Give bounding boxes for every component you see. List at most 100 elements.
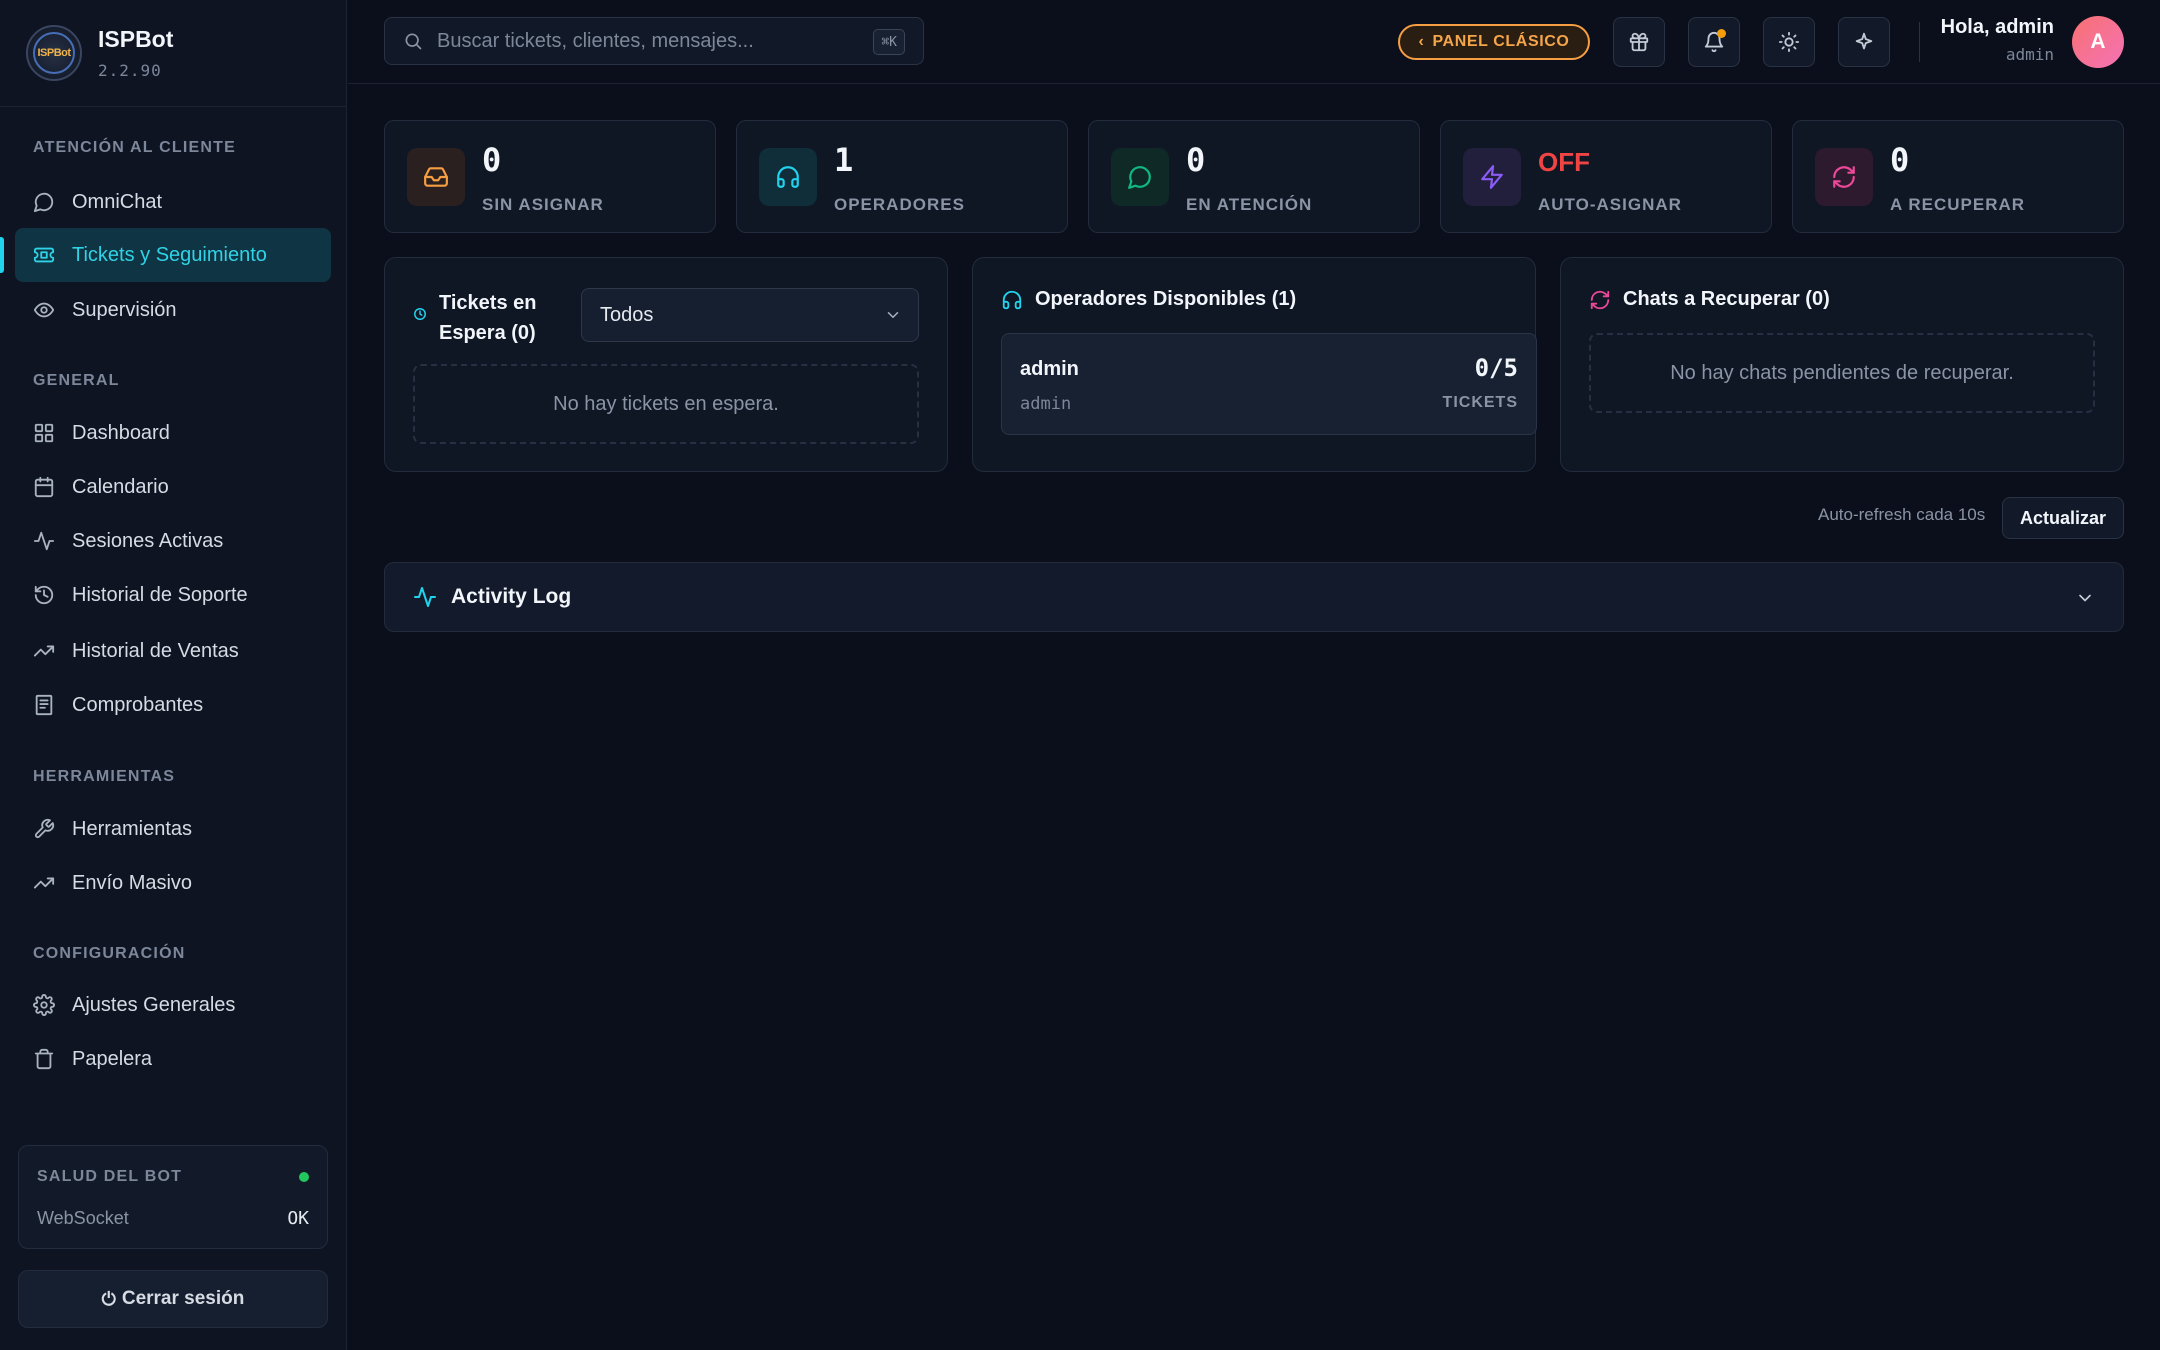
sidebar-item-label: Papelera (72, 1047, 153, 1070)
operator-username: admin (1020, 394, 1072, 414)
brand-name: ISPBot (98, 26, 174, 52)
sidebar-item-omnichat[interactable]: OmniChat (15, 175, 331, 229)
nav-section-configuracion: CONFIGURACIÓN (33, 945, 186, 962)
history-icon (34, 585, 54, 605)
sidebar-item-label: Supervisión (72, 298, 177, 321)
logout-label: Cerrar sesión (121, 1288, 245, 1309)
waiting-filter-select[interactable]: Todos (581, 288, 919, 342)
sidebar-item-calendario[interactable]: Calendario (15, 460, 331, 514)
search-shortcut: ⌘K (873, 29, 905, 55)
sidebar-item-supervision[interactable]: Supervisión (15, 283, 331, 337)
wrench-icon (34, 818, 55, 839)
sidebar-item-ajustes[interactable]: Ajustes Generales (15, 978, 331, 1032)
clock-icon (414, 308, 426, 320)
brand-version: 2.2.90 (98, 61, 162, 80)
sidebar-item-label: Calendario (72, 475, 169, 498)
auto-refresh-text: Auto-refresh cada 10s (1818, 505, 1986, 524)
sidebar-item-label: Comprobantes (72, 693, 204, 716)
headphones-icon (1002, 290, 1022, 309)
sidebar-item-label: Envío Masivo (72, 871, 193, 894)
recover-title: Chats a Recuperar (0) (1623, 288, 1830, 310)
filter-value: Todos (600, 303, 654, 326)
logout-button[interactable]: ⏻ Cerrar sesión (18, 1270, 328, 1328)
stat-label: OPERADORES (834, 195, 965, 214)
operators-title-row: Operadores Disponibles (1) (1001, 288, 1296, 311)
avatar-initial: A (2090, 30, 2106, 53)
refresh-button[interactable]: Actualizar (2002, 497, 2124, 539)
stat-label: AUTO-ASIGNAR (1538, 195, 1682, 214)
brand[interactable]: ISPBot ISPBot 2.2.90 (0, 0, 346, 107)
waiting-title-line1: Tickets en (439, 292, 537, 314)
refresh-icon (1833, 166, 1855, 188)
sidebar-item-tickets[interactable]: Tickets y Seguimiento (15, 228, 331, 282)
sidebar-item-label: Sesiones Activas (72, 529, 224, 552)
bot-health-card: SALUD DEL BOT WebSocket OK (18, 1145, 328, 1249)
chat-icon (33, 192, 54, 213)
stat-card-sin-asignar: 0 SIN ASIGNAR (384, 120, 716, 233)
sidebar-item-label: Historial de Soporte (72, 583, 248, 606)
nav-section-general: GENERAL (33, 372, 120, 389)
eye-icon (33, 302, 55, 318)
ai-button[interactable] (1838, 17, 1890, 67)
operator-card[interactable]: admin admin 0/5 TICKETS (1001, 333, 1537, 435)
sidebar-item-herramientas[interactable]: Herramientas (15, 802, 331, 856)
sidebar-item-historial-ventas[interactable]: Historial de Ventas (15, 624, 331, 678)
active-indicator (0, 237, 4, 273)
search-icon (405, 33, 422, 50)
operators-panel: Operadores Disponibles (1) admin admin 0… (972, 257, 1537, 472)
health-row-websocket: WebSocket OK (37, 1208, 309, 1229)
health-title: SALUD DEL BOT (37, 1168, 183, 1185)
gift-icon (1629, 32, 1649, 52)
sidebar-item-papelera[interactable]: Papelera (15, 1032, 331, 1086)
stat-card-operadores: 1 OPERADORES (736, 120, 1068, 233)
stat-value: OFF (1538, 147, 1590, 177)
sidebar-item-comprobantes[interactable]: Comprobantes (15, 678, 331, 732)
refresh-icon (1590, 290, 1610, 309)
classic-panel-button[interactable]: ‹ PANEL CLÁSICO (1398, 24, 1590, 60)
sidebar-item-label: OmniChat (72, 190, 163, 213)
power-icon: ⏻ (101, 1288, 116, 1309)
notifications-button[interactable] (1688, 17, 1740, 67)
topbar-divider (1919, 22, 1920, 62)
user-info[interactable]: Hola, admin admin (1941, 16, 2054, 64)
sidebar-item-label: Historial de Ventas (72, 639, 239, 662)
notification-dot (1717, 29, 1726, 38)
sidebar-item-historial-soporte[interactable]: Historial de Soporte (15, 568, 331, 622)
sidebar-item-label: Dashboard (72, 421, 170, 444)
sidebar: ISPBot ISPBot 2.2.90 ATENCIÓN AL CLIENTE… (0, 0, 347, 1350)
calendar-icon (34, 476, 54, 498)
activity-log-accordion[interactable]: Activity Log (384, 562, 2124, 632)
gift-button[interactable] (1613, 17, 1665, 67)
trending-up-icon (33, 877, 55, 889)
stat-icon-box (759, 148, 817, 206)
chevron-down-icon (887, 312, 899, 318)
operator-ticket-count: 0/5 (1474, 354, 1518, 382)
nav-section-atencion: ATENCIÓN AL CLIENTE (33, 139, 236, 156)
search-input[interactable]: Buscar tickets, clientes, mensajes... ⌘K (384, 17, 924, 65)
activity-icon (414, 587, 436, 607)
user-role: admin (2005, 45, 2054, 64)
health-key: WebSocket (37, 1208, 129, 1228)
waiting-title-line2: Espera (0) (439, 322, 536, 344)
waiting-tickets-title: Tickets en Espera (0) (413, 288, 536, 348)
ticket-icon (33, 247, 55, 263)
waiting-empty-state: No hay tickets en espera. (413, 364, 919, 444)
sidebar-item-label: Herramientas (72, 817, 193, 840)
stat-value: 1 (834, 141, 854, 179)
avatar[interactable]: A (2072, 16, 2124, 68)
theme-toggle-button[interactable] (1763, 17, 1815, 67)
operators-title: Operadores Disponibles (1) (1035, 288, 1297, 310)
sparkle-icon (1855, 32, 1873, 50)
sidebar-item-sesiones[interactable]: Sesiones Activas (15, 514, 331, 568)
sidebar-item-dashboard[interactable]: Dashboard (15, 406, 331, 460)
activity-title-row: Activity Log (413, 585, 571, 609)
classic-panel-label: PANEL CLÁSICO (1432, 33, 1570, 50)
stat-label: EN ATENCIÓN (1186, 195, 1313, 214)
sidebar-item-envio-masivo[interactable]: Envío Masivo (15, 856, 331, 910)
operator-name: admin (1020, 358, 1079, 380)
logo-text: ISPBot (37, 47, 71, 59)
stat-card-auto-asignar[interactable]: OFF AUTO-ASIGNAR (1440, 120, 1772, 233)
stat-label: A RECUPERAR (1890, 195, 2026, 214)
grid-icon (34, 423, 54, 443)
inbox-icon (424, 167, 448, 187)
